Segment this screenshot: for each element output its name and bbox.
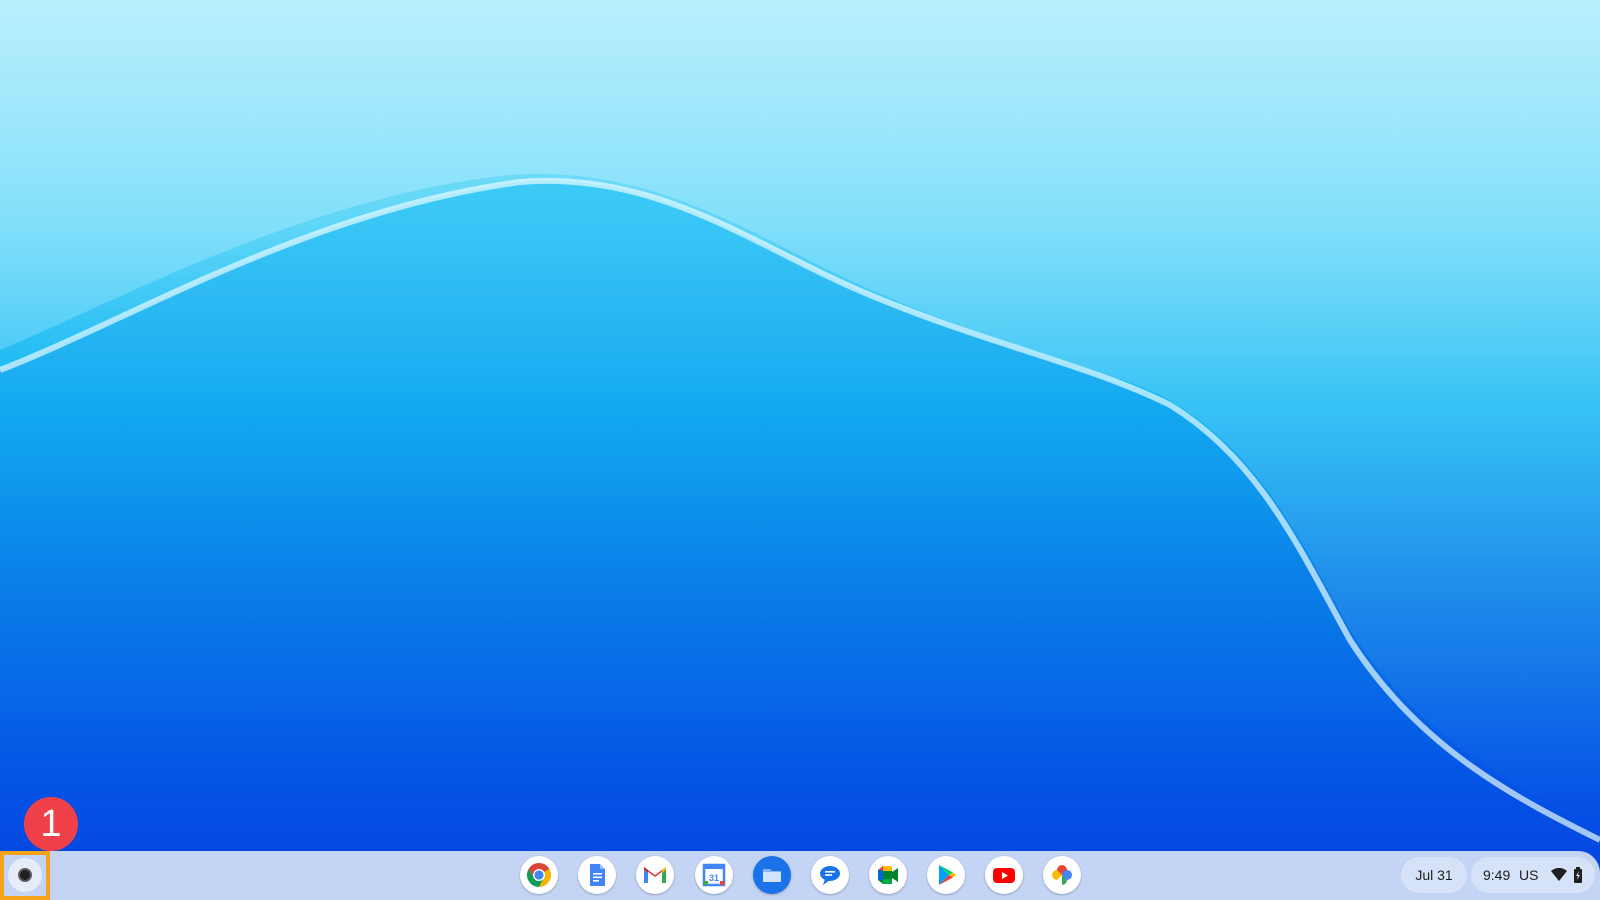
input-method-label: US (1519, 867, 1539, 883)
files-app-button[interactable] (753, 856, 791, 894)
desktop-wallpaper (0, 0, 1600, 900)
meet-app-button[interactable] (869, 856, 907, 894)
wifi-icon (1551, 868, 1567, 881)
messages-icon (820, 866, 840, 885)
launcher-button[interactable] (8, 858, 42, 892)
date-pill[interactable]: Jul 31 (1401, 857, 1467, 893)
photos-icon (1052, 865, 1072, 885)
calendar-icon: 31 (702, 863, 726, 887)
play-store-app-button[interactable] (927, 856, 965, 894)
battery-icon (1574, 867, 1582, 883)
gmail-icon (644, 867, 666, 883)
shelf (0, 851, 1600, 900)
chrome-icon (526, 863, 552, 887)
wallpaper-wave (0, 0, 1600, 900)
messages-app-button[interactable] (811, 856, 849, 894)
clock-time: 9:49 (1483, 867, 1511, 883)
status-area-button[interactable]: 9:49 US (1471, 857, 1595, 893)
calendar-day-text: 31 (709, 873, 719, 883)
play-store-icon (939, 865, 956, 885)
chrome-app-button[interactable] (520, 856, 558, 894)
calendar-app-button[interactable]: 31 (695, 856, 733, 894)
files-icon (763, 869, 781, 882)
step-number-badge: 1 (24, 797, 78, 851)
photos-app-button[interactable] (1043, 856, 1081, 894)
launcher-icon (18, 868, 32, 882)
meet-icon (878, 866, 898, 884)
youtube-app-button[interactable] (985, 856, 1023, 894)
docs-icon (590, 864, 605, 886)
gmail-app-button[interactable] (636, 856, 674, 894)
docs-app-button[interactable] (578, 856, 616, 894)
youtube-icon (993, 868, 1015, 883)
